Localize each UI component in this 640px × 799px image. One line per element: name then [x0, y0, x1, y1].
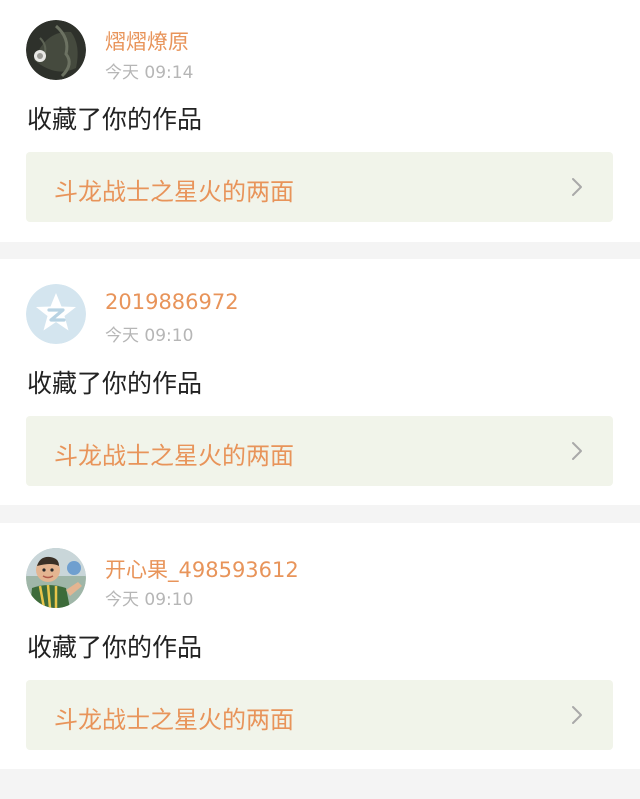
- notification-card: 熠熠燎原 今天 09:14 收藏了你的作品 斗龙战士之星火的两面: [0, 0, 640, 242]
- username[interactable]: 熠熠燎原: [105, 26, 189, 56]
- avatar[interactable]: [26, 20, 86, 80]
- avatar[interactable]: [26, 548, 86, 608]
- work-link[interactable]: 斗龙战士之星火的两面: [26, 416, 613, 486]
- chevron-right-icon: [572, 178, 582, 196]
- work-title: 斗龙战士之星火的两面: [54, 706, 294, 734]
- notification-feed: 熠熠燎原 今天 09:14 收藏了你的作品 斗龙战士之星火的两面 2019886…: [0, 0, 640, 799]
- dark-photo-avatar-icon: [26, 20, 86, 80]
- avatar[interactable]: [26, 284, 86, 344]
- notification-card: 开心果_498593612 今天 09:10 收藏了你的作品 斗龙战士之星火的两…: [0, 523, 640, 769]
- default-star-avatar-icon: [26, 284, 86, 344]
- notification-message: 收藏了你的作品: [27, 369, 203, 398]
- child-photo-avatar-icon: [26, 548, 86, 608]
- chevron-right-icon: [572, 442, 582, 460]
- username[interactable]: 开心果_498593612: [105, 554, 299, 584]
- timestamp: 今天 09:10: [105, 326, 194, 346]
- username[interactable]: 2019886972: [105, 290, 239, 314]
- work-title: 斗龙战士之星火的两面: [54, 178, 294, 206]
- timestamp: 今天 09:14: [105, 63, 194, 83]
- notification-message: 收藏了你的作品: [27, 105, 203, 134]
- work-link[interactable]: 斗龙战士之星火的两面: [26, 680, 613, 750]
- notification-card: 2019886972 今天 09:10 收藏了你的作品 斗龙战士之星火的两面: [0, 259, 640, 505]
- work-link[interactable]: 斗龙战士之星火的两面: [26, 152, 613, 222]
- timestamp: 今天 09:10: [105, 590, 194, 610]
- work-title: 斗龙战士之星火的两面: [54, 442, 294, 470]
- chevron-right-icon: [572, 706, 582, 724]
- notification-message: 收藏了你的作品: [27, 633, 203, 662]
